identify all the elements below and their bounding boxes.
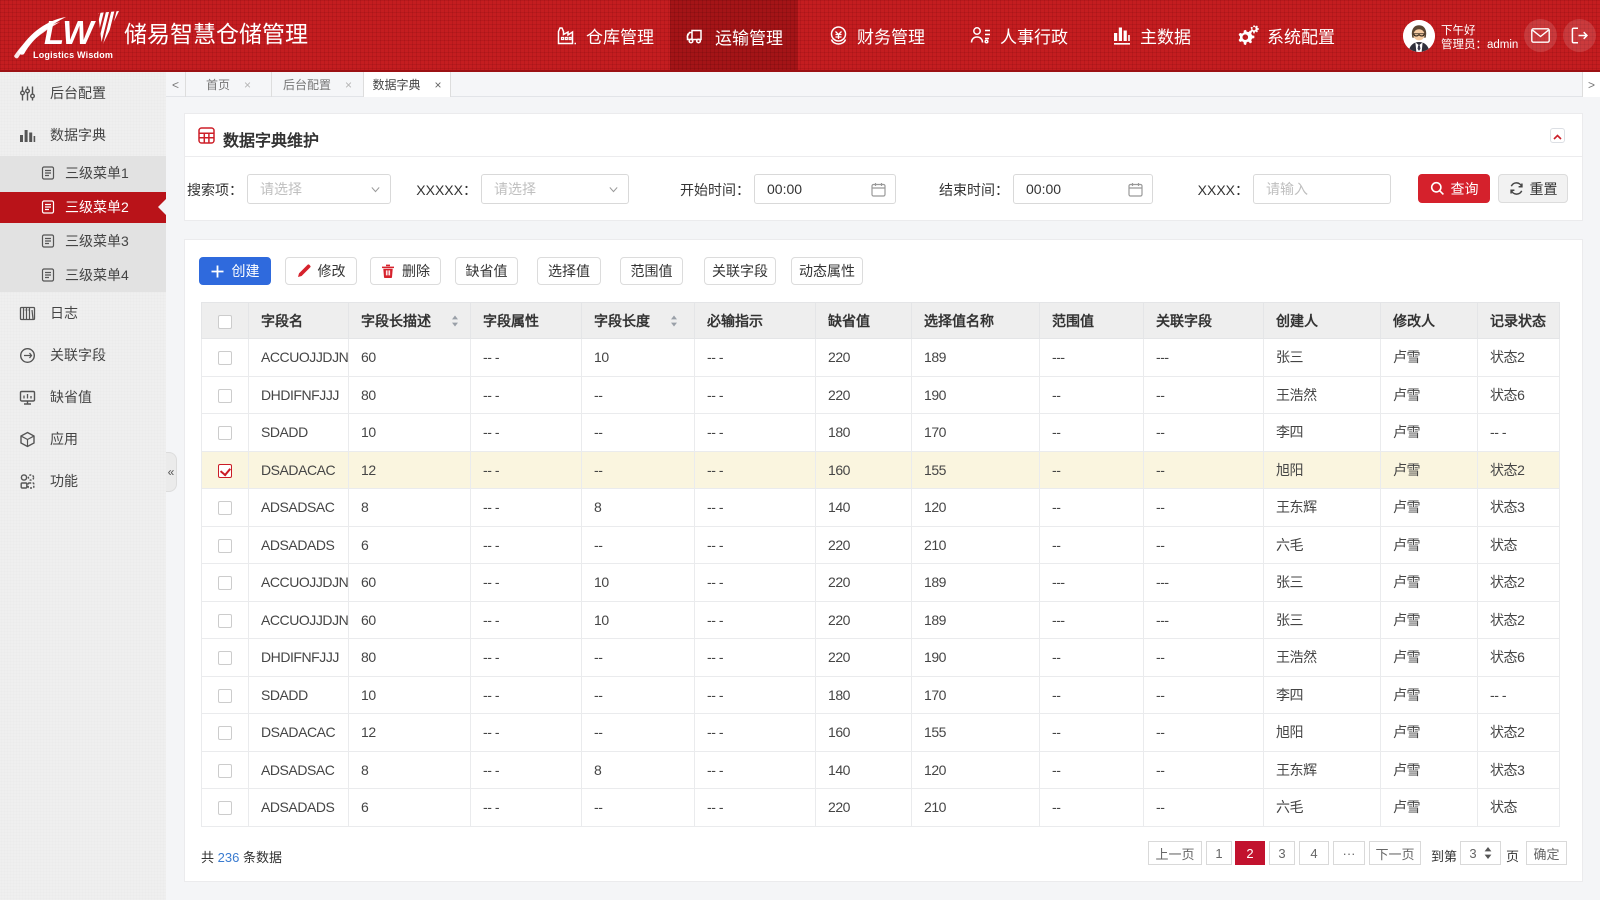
svg-text:Logistics Wisdom: Logistics Wisdom xyxy=(33,50,113,60)
svg-text:LW: LW xyxy=(44,14,96,51)
